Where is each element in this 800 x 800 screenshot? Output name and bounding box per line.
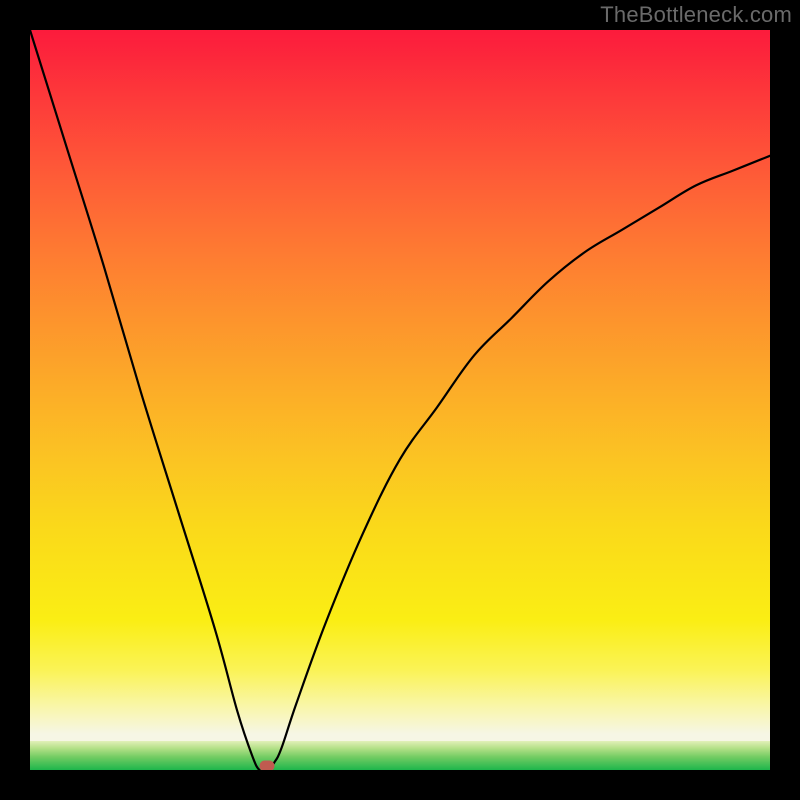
- chart-wrapper: TheBottleneck.com: [0, 0, 800, 800]
- bottleneck-curve: [30, 30, 770, 770]
- plot-area: [30, 30, 770, 770]
- marker-dot: [259, 761, 274, 770]
- watermark-text: TheBottleneck.com: [600, 2, 792, 28]
